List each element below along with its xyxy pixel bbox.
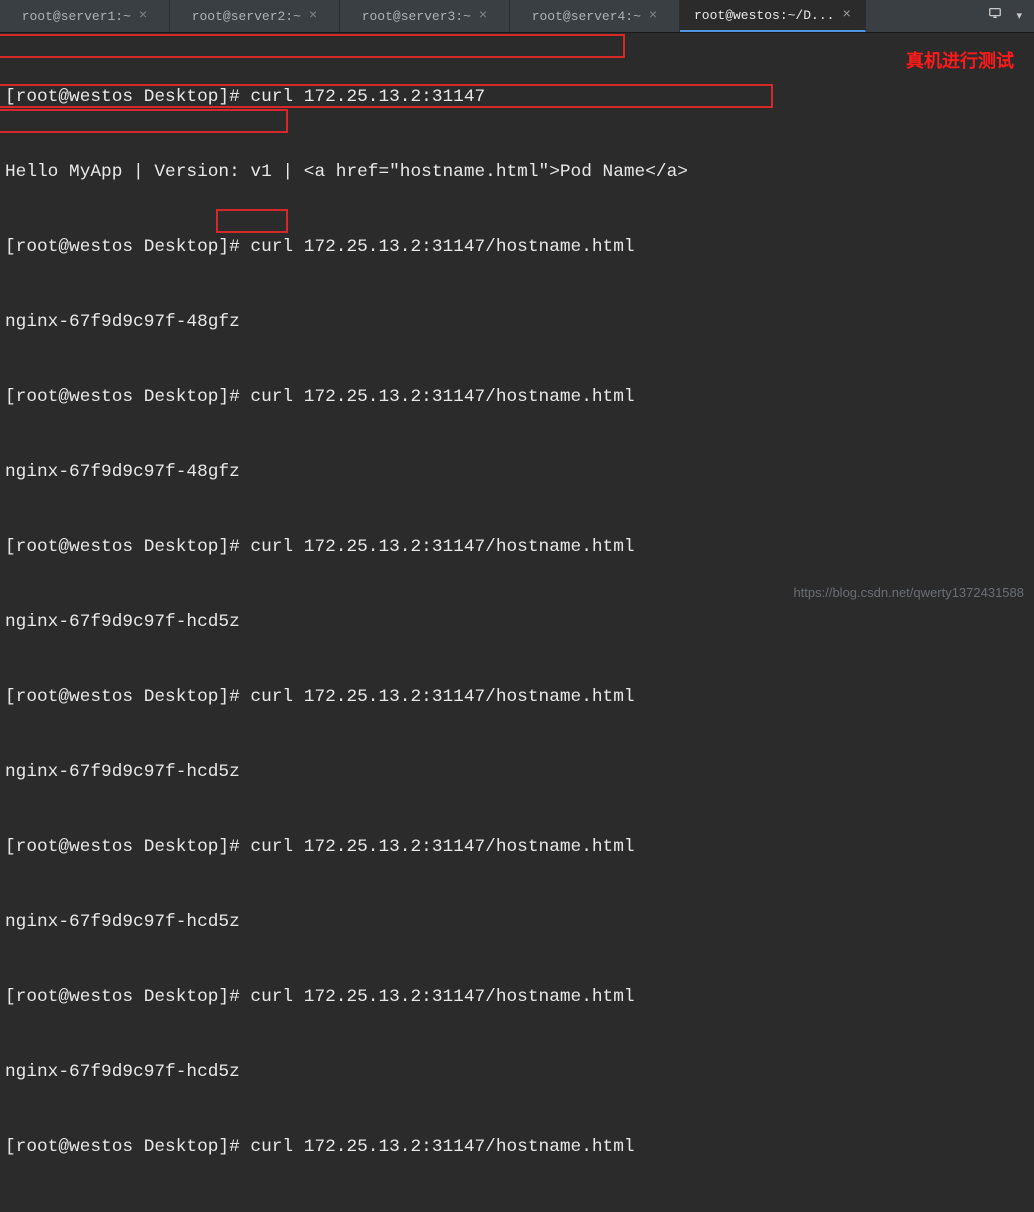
terminal-line: [root@westos Desktop]# curl 172.25.13.2:… bbox=[5, 85, 1029, 110]
close-icon[interactable]: × bbox=[139, 8, 147, 24]
tab-label: root@server4:~ bbox=[532, 9, 641, 24]
highlight-box-1 bbox=[0, 34, 625, 58]
terminal-line: [root@westos Desktop]# curl 172.25.13.2:… bbox=[5, 685, 1029, 710]
tab-server1[interactable]: root@server1:~ × bbox=[0, 0, 170, 32]
tab-label: root@server3:~ bbox=[362, 9, 471, 24]
tab-server2[interactable]: root@server2:~ × bbox=[170, 0, 340, 32]
tab-server4[interactable]: root@server4:~ × bbox=[510, 0, 680, 32]
terminal-line: nginx-67f9d9c97f-hcd5z bbox=[5, 610, 1029, 635]
chevron-down-icon[interactable]: ▾ bbox=[1016, 9, 1022, 23]
terminal-line: Hello MyApp | Version: v1 | <a href="hos… bbox=[5, 160, 1029, 185]
close-icon[interactable]: × bbox=[479, 8, 487, 24]
highlight-box-4 bbox=[216, 209, 288, 233]
close-icon[interactable]: × bbox=[309, 8, 317, 24]
highlight-box-3 bbox=[0, 109, 288, 133]
tab-westos[interactable]: root@westos:~/D... × bbox=[680, 0, 866, 32]
annotation-text: 真机进行测试 bbox=[906, 47, 1014, 73]
tab-label: root@server1:~ bbox=[22, 9, 131, 24]
tab-server3[interactable]: root@server3:~ × bbox=[340, 0, 510, 32]
tab-label: root@server2:~ bbox=[192, 9, 301, 24]
terminal-line: [root@westos Desktop]# curl 172.25.13.2:… bbox=[5, 535, 1029, 560]
terminal-line: [root@westos Desktop]# curl 172.25.13.2:… bbox=[5, 835, 1029, 860]
watermark-text: https://blog.csdn.net/qwerty1372431588 bbox=[793, 585, 1024, 600]
terminal-line: nginx-67f9d9c97f-hcd5z bbox=[5, 910, 1029, 935]
tab-bar: root@server1:~ × root@server2:~ × root@s… bbox=[0, 0, 1034, 33]
terminal-line: [root@westos Desktop]# curl 172.25.13.2:… bbox=[5, 985, 1029, 1010]
terminal-line: [root@westos Desktop]# curl 172.25.13.2:… bbox=[5, 235, 1029, 260]
terminal-line: nginx-67f9d9c97f-hcd5z bbox=[5, 1060, 1029, 1085]
terminal-line: nginx-67f9d9c97f-hcd5z bbox=[5, 760, 1029, 785]
terminal-line: [root@westos Desktop]# curl 172.25.13.2:… bbox=[5, 385, 1029, 410]
close-icon[interactable]: × bbox=[649, 8, 657, 24]
tab-label: root@westos:~/D... bbox=[694, 8, 834, 23]
terminal-output[interactable]: [root@westos Desktop]# curl 172.25.13.2:… bbox=[0, 33, 1034, 1212]
terminal-line: nginx-67f9d9c97f-48gfz bbox=[5, 460, 1029, 485]
terminal-line: [root@westos Desktop]# curl 172.25.13.2:… bbox=[5, 1135, 1029, 1160]
tab-actions: ▾ bbox=[976, 0, 1034, 32]
close-icon[interactable]: × bbox=[842, 7, 850, 23]
terminal-line: nginx-67f9d9c97f-48gfz bbox=[5, 310, 1029, 335]
broadcast-icon[interactable] bbox=[988, 6, 1002, 26]
terminal-line: nginx-67f9d9c97f-hcd5z bbox=[5, 1210, 1029, 1212]
